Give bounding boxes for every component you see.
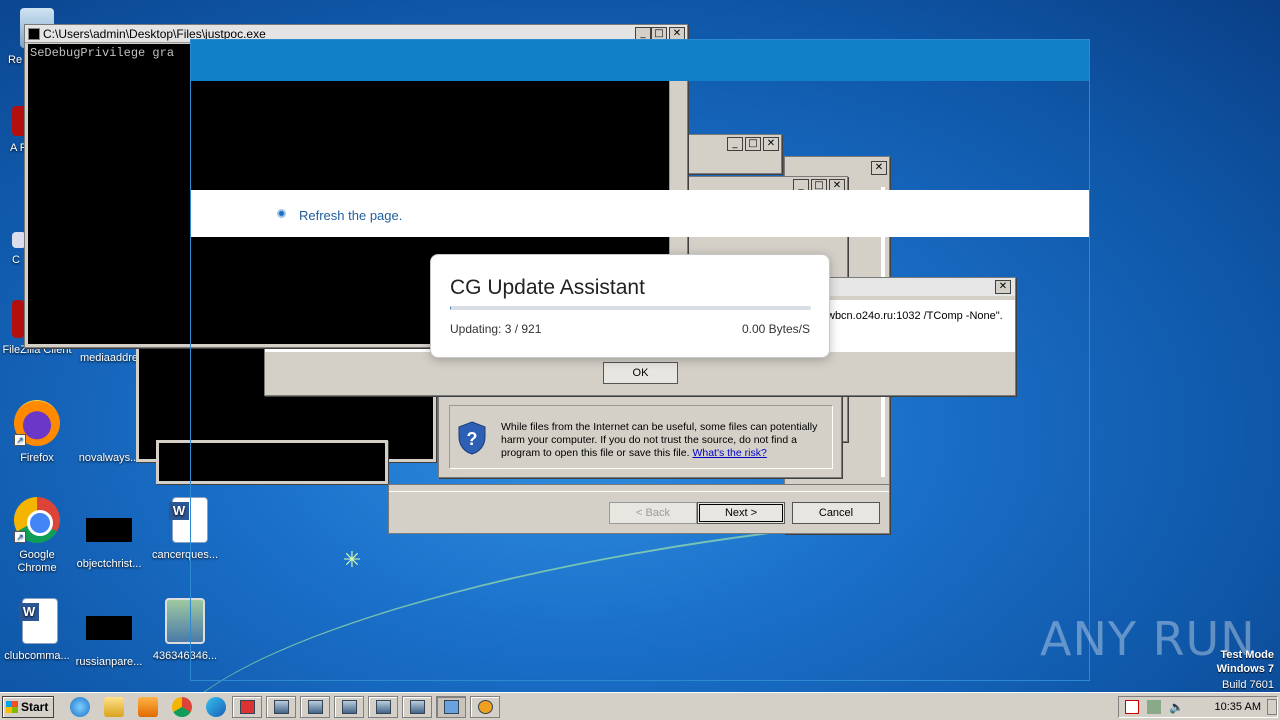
window-icon [444, 700, 459, 714]
app-icon [478, 700, 493, 714]
refresh-text: Refresh the page. [299, 208, 403, 223]
desktop-icon-firefox[interactable]: ↗ Firefox [0, 400, 74, 465]
desktop-icon-chrome[interactable]: ↗ Google Chrome [0, 497, 74, 575]
desktop-icon-novalways[interactable]: novalways... [72, 400, 146, 465]
taskbar: Start 🔈 10:35 AM [0, 692, 1280, 720]
file-icon [86, 400, 132, 446]
file-icon [86, 616, 132, 640]
filezilla-icon [12, 300, 24, 338]
window-icon [376, 700, 391, 714]
file-explorer-icon[interactable] [104, 697, 124, 717]
download-icon [240, 700, 255, 714]
update-progress-fill [450, 306, 452, 310]
start-button[interactable]: Start [2, 696, 54, 718]
network-icon[interactable] [1147, 700, 1161, 714]
flag-icon[interactable] [1125, 700, 1139, 714]
internet-explorer-icon[interactable] [70, 697, 90, 717]
system-tray: 🔈 10:35 AM [1118, 696, 1278, 718]
cg-dialog-title: CG Update Assistant [450, 276, 645, 299]
update-speed: 0.00 Bytes/S [741, 322, 810, 336]
clock[interactable]: 10:35 AM [1215, 701, 1261, 713]
update-progress-bar [450, 306, 811, 310]
overlay-header [191, 40, 1089, 81]
cg-update-dialog: CG Update Assistant Updating: 3 / 921 0.… [430, 254, 830, 358]
window-icon [410, 700, 425, 714]
window-icon [274, 700, 289, 714]
taskbar-task-active[interactable] [436, 696, 466, 718]
taskbar-task-3[interactable] [334, 696, 364, 718]
file-icon [86, 518, 132, 542]
console-output: SeDebugPrivilege gra [30, 46, 175, 60]
test-mode-label: Test Mode [1220, 649, 1274, 661]
taskbar-task-download[interactable] [232, 696, 262, 718]
desktop-icon-russianpare[interactable]: russianpare... [72, 604, 146, 669]
fake-update-overlay: Refresh the page. [190, 39, 1090, 681]
taskbar-task-1[interactable] [266, 696, 296, 718]
show-desktop-button[interactable] [1267, 699, 1277, 715]
chrome-icon: ↗ [14, 497, 60, 543]
taskbar-task-2[interactable] [300, 696, 330, 718]
update-status: Updating: 3 / 921 [450, 322, 542, 336]
taskbar-task-5[interactable] [402, 696, 432, 718]
media-player-icon[interactable] [138, 697, 158, 717]
build-label: Build 7601 [1222, 679, 1274, 691]
console-icon [28, 28, 40, 40]
taskbar-task-4[interactable] [368, 696, 398, 718]
windows-version-label: Windows 7 [1216, 663, 1274, 675]
word-doc-icon [19, 598, 58, 644]
firefox-icon: ↗ [14, 400, 60, 446]
desktop-icon-clubcomma[interactable]: clubcomma... [0, 598, 74, 663]
edge-icon[interactable] [206, 697, 226, 717]
loading-spinner-icon [277, 209, 286, 218]
window-icon [342, 700, 357, 714]
window-icon [308, 700, 323, 714]
taskbar-task-6[interactable] [470, 696, 500, 718]
desktop-icon-objectchrist[interactable]: objectchrist... [72, 506, 146, 571]
chrome-taskbar-icon[interactable] [172, 697, 192, 717]
overlay-status-band: Refresh the page. [191, 190, 1089, 237]
volume-icon[interactable]: 🔈 [1169, 700, 1184, 714]
